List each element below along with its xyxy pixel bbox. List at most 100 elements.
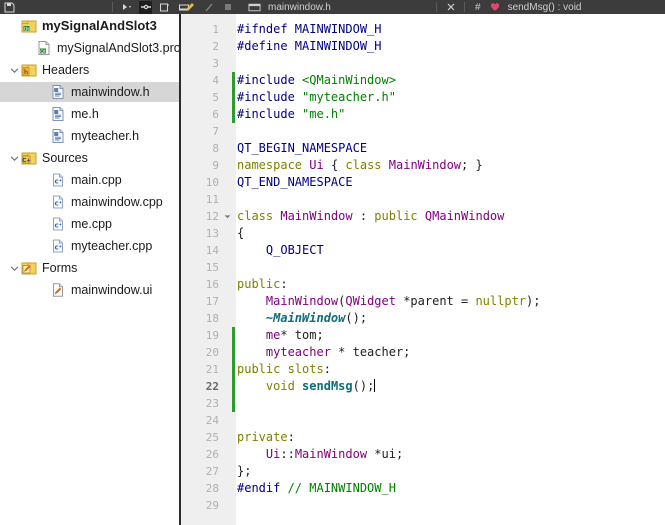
change-marker-bar (232, 327, 235, 412)
code-line[interactable]: namespace Ui { class MainWindow; } (237, 157, 483, 174)
run-debug-dropdown-icon[interactable] (120, 1, 133, 14)
tree-item-label: mainwindow.ui (71, 283, 153, 297)
line-number-gutter: 1 2 3 4 5 6 7 8 9 10 11 12 13 14 15 16 17 18 19 20 21 22 23 24 2… (181, 14, 236, 525)
qt-pro-file-icon: Qt (36, 40, 52, 56)
tree-item-myteacher-cpp[interactable]: c myteacher.cpp (0, 236, 179, 256)
code-token: QWidget (345, 294, 396, 308)
code-line[interactable]: MainWindow(QWidget *parent = nullptr); (237, 293, 541, 310)
text-cursor (374, 379, 376, 392)
code-token: // MAINWINDOW_H (287, 481, 396, 495)
code-token: void (265, 379, 295, 393)
header-file-icon (50, 128, 66, 144)
project-tree-sidebar[interactable]: Qt mySignalAndSlot3 Qt mySignalAndSlot3.pro… (0, 14, 179, 525)
sources-folder-icon: C+ (21, 150, 37, 166)
tree-item-mainwindow-ui[interactable]: mainwindow.ui (0, 280, 179, 300)
tree-item-mainwindow-cpp[interactable]: c mainwindow.cpp (0, 192, 179, 212)
code-line[interactable]: QT_END_NAMESPACE (237, 174, 353, 191)
code-token: MainWindow (294, 447, 368, 461)
chevron-down-icon[interactable] (7, 60, 21, 80)
code-text-area[interactable]: #ifndef MAINWINDOW_H #define MAINWINDOW_H… (237, 14, 665, 525)
tree-item-label: mySignalAndSlot3.pro (57, 41, 179, 55)
chevron-down-icon[interactable] (7, 258, 21, 278)
tree-item-me-cpp[interactable]: c me.cpp (0, 214, 179, 234)
line-number: 15 (205, 261, 219, 274)
code-line[interactable]: { (237, 225, 244, 242)
line-number: 6 (212, 108, 219, 121)
line-number: 19 (205, 329, 219, 342)
line-number: 22 (205, 380, 219, 393)
tree-item-myteacher-h[interactable]: myteacher.h (0, 126, 179, 146)
slash-icon[interactable] (202, 1, 215, 14)
code-line[interactable]: #include <QMainWindow> (237, 72, 396, 89)
code-line[interactable]: void sendMsg(); (237, 378, 376, 395)
svg-text:h: h (24, 69, 28, 76)
tree-item-main-cpp[interactable]: c main.cpp (0, 170, 179, 190)
tree-item-sources[interactable]: C+ Sources (0, 148, 179, 168)
line-number: 25 (205, 431, 219, 444)
tree-item-label: mySignalAndSlot3 (42, 18, 157, 33)
tree-item-me-h[interactable]: me.h (0, 104, 179, 124)
toolbar-edit-group (180, 0, 237, 14)
tree-item-forms[interactable]: Forms (0, 258, 179, 278)
main-toolbar: mainwindow.h # sendMsg() : void (0, 0, 665, 14)
code-token: nullptr (475, 294, 527, 308)
code-line[interactable]: private: (237, 429, 295, 446)
chevron-down-icon[interactable] (7, 148, 21, 168)
code-token: MainWindow (265, 294, 339, 308)
code-token: { (323, 158, 346, 172)
forms-folder-icon (21, 260, 37, 276)
close-icon[interactable] (444, 1, 457, 14)
debug-step-icon[interactable] (139, 0, 152, 14)
code-line[interactable]: #endif // MAINWINDOW_H (237, 480, 396, 497)
toolbar-separator-right (436, 2, 437, 12)
code-token: <QMainWindow> (302, 73, 396, 87)
code-line[interactable]: public slots: (237, 361, 331, 378)
code-line[interactable]: }; (237, 463, 251, 480)
code-line[interactable]: me* tom; (237, 327, 324, 344)
tree-item-headers[interactable]: h Headers (0, 60, 179, 80)
code-line[interactable]: QT_BEGIN_NAMESPACE (237, 140, 367, 157)
code-editor[interactable]: 1 2 3 4 5 6 7 8 9 10 11 12 13 14 15 16 17 18 19 20 21 22 23 24 2… (181, 14, 665, 525)
cpp-file-icon: c (50, 172, 66, 188)
code-line[interactable]: #ifndef MAINWINDOW_H (237, 21, 382, 38)
code-line[interactable]: public: (237, 276, 288, 293)
code-line[interactable]: Q_OBJECT (237, 242, 324, 259)
tree-item-mysignalandslot3-pro[interactable]: Qt mySignalAndSlot3.pro (0, 38, 179, 58)
code-line[interactable]: #define MAINWINDOW_H (237, 38, 382, 55)
line-number: 1 (212, 23, 219, 36)
code-token: * teacher; (330, 345, 411, 359)
code-line[interactable]: #include "me.h" (237, 106, 345, 123)
code-line[interactable]: class MainWindow : public QMainWindow (237, 208, 504, 225)
code-line[interactable]: ~MainWindow(); (237, 310, 367, 327)
line-number: 26 (205, 448, 219, 461)
code-token: (); (345, 311, 368, 325)
code-token: * tom; (280, 328, 324, 342)
fold-collapse-icon[interactable] (222, 208, 232, 225)
code-line[interactable]: Ui::MainWindow *ui; (237, 446, 403, 463)
code-token: }; (237, 464, 252, 478)
pencil-icon[interactable] (183, 1, 196, 14)
stop-icon[interactable] (221, 1, 234, 14)
line-number: 4 (212, 74, 219, 87)
code-line[interactable]: #include "myteacher.h" (237, 89, 396, 106)
save-all-icon[interactable] (3, 1, 16, 14)
line-number: 13 (205, 227, 219, 240)
tree-item-mysignalandslot3[interactable]: Qt mySignalAndSlot3 (0, 16, 179, 36)
line-number: 2 (212, 40, 219, 53)
code-line[interactable]: myteacher * teacher; (237, 344, 411, 361)
tree-item-mainwindow-h[interactable]: mainwindow.h (0, 82, 179, 102)
heart-icon[interactable] (490, 2, 500, 12)
split-editor-icon[interactable] (248, 1, 261, 14)
code-token: MAINWINDOW_H (294, 39, 382, 53)
tree-item-label: me.h (71, 107, 99, 121)
editor-file-tab-label[interactable]: mainwindow.h (268, 2, 331, 13)
line-number: 9 (212, 159, 219, 172)
symbol-nav-label[interactable]: sendMsg() : void (508, 2, 582, 13)
step-over-icon[interactable] (158, 1, 171, 14)
